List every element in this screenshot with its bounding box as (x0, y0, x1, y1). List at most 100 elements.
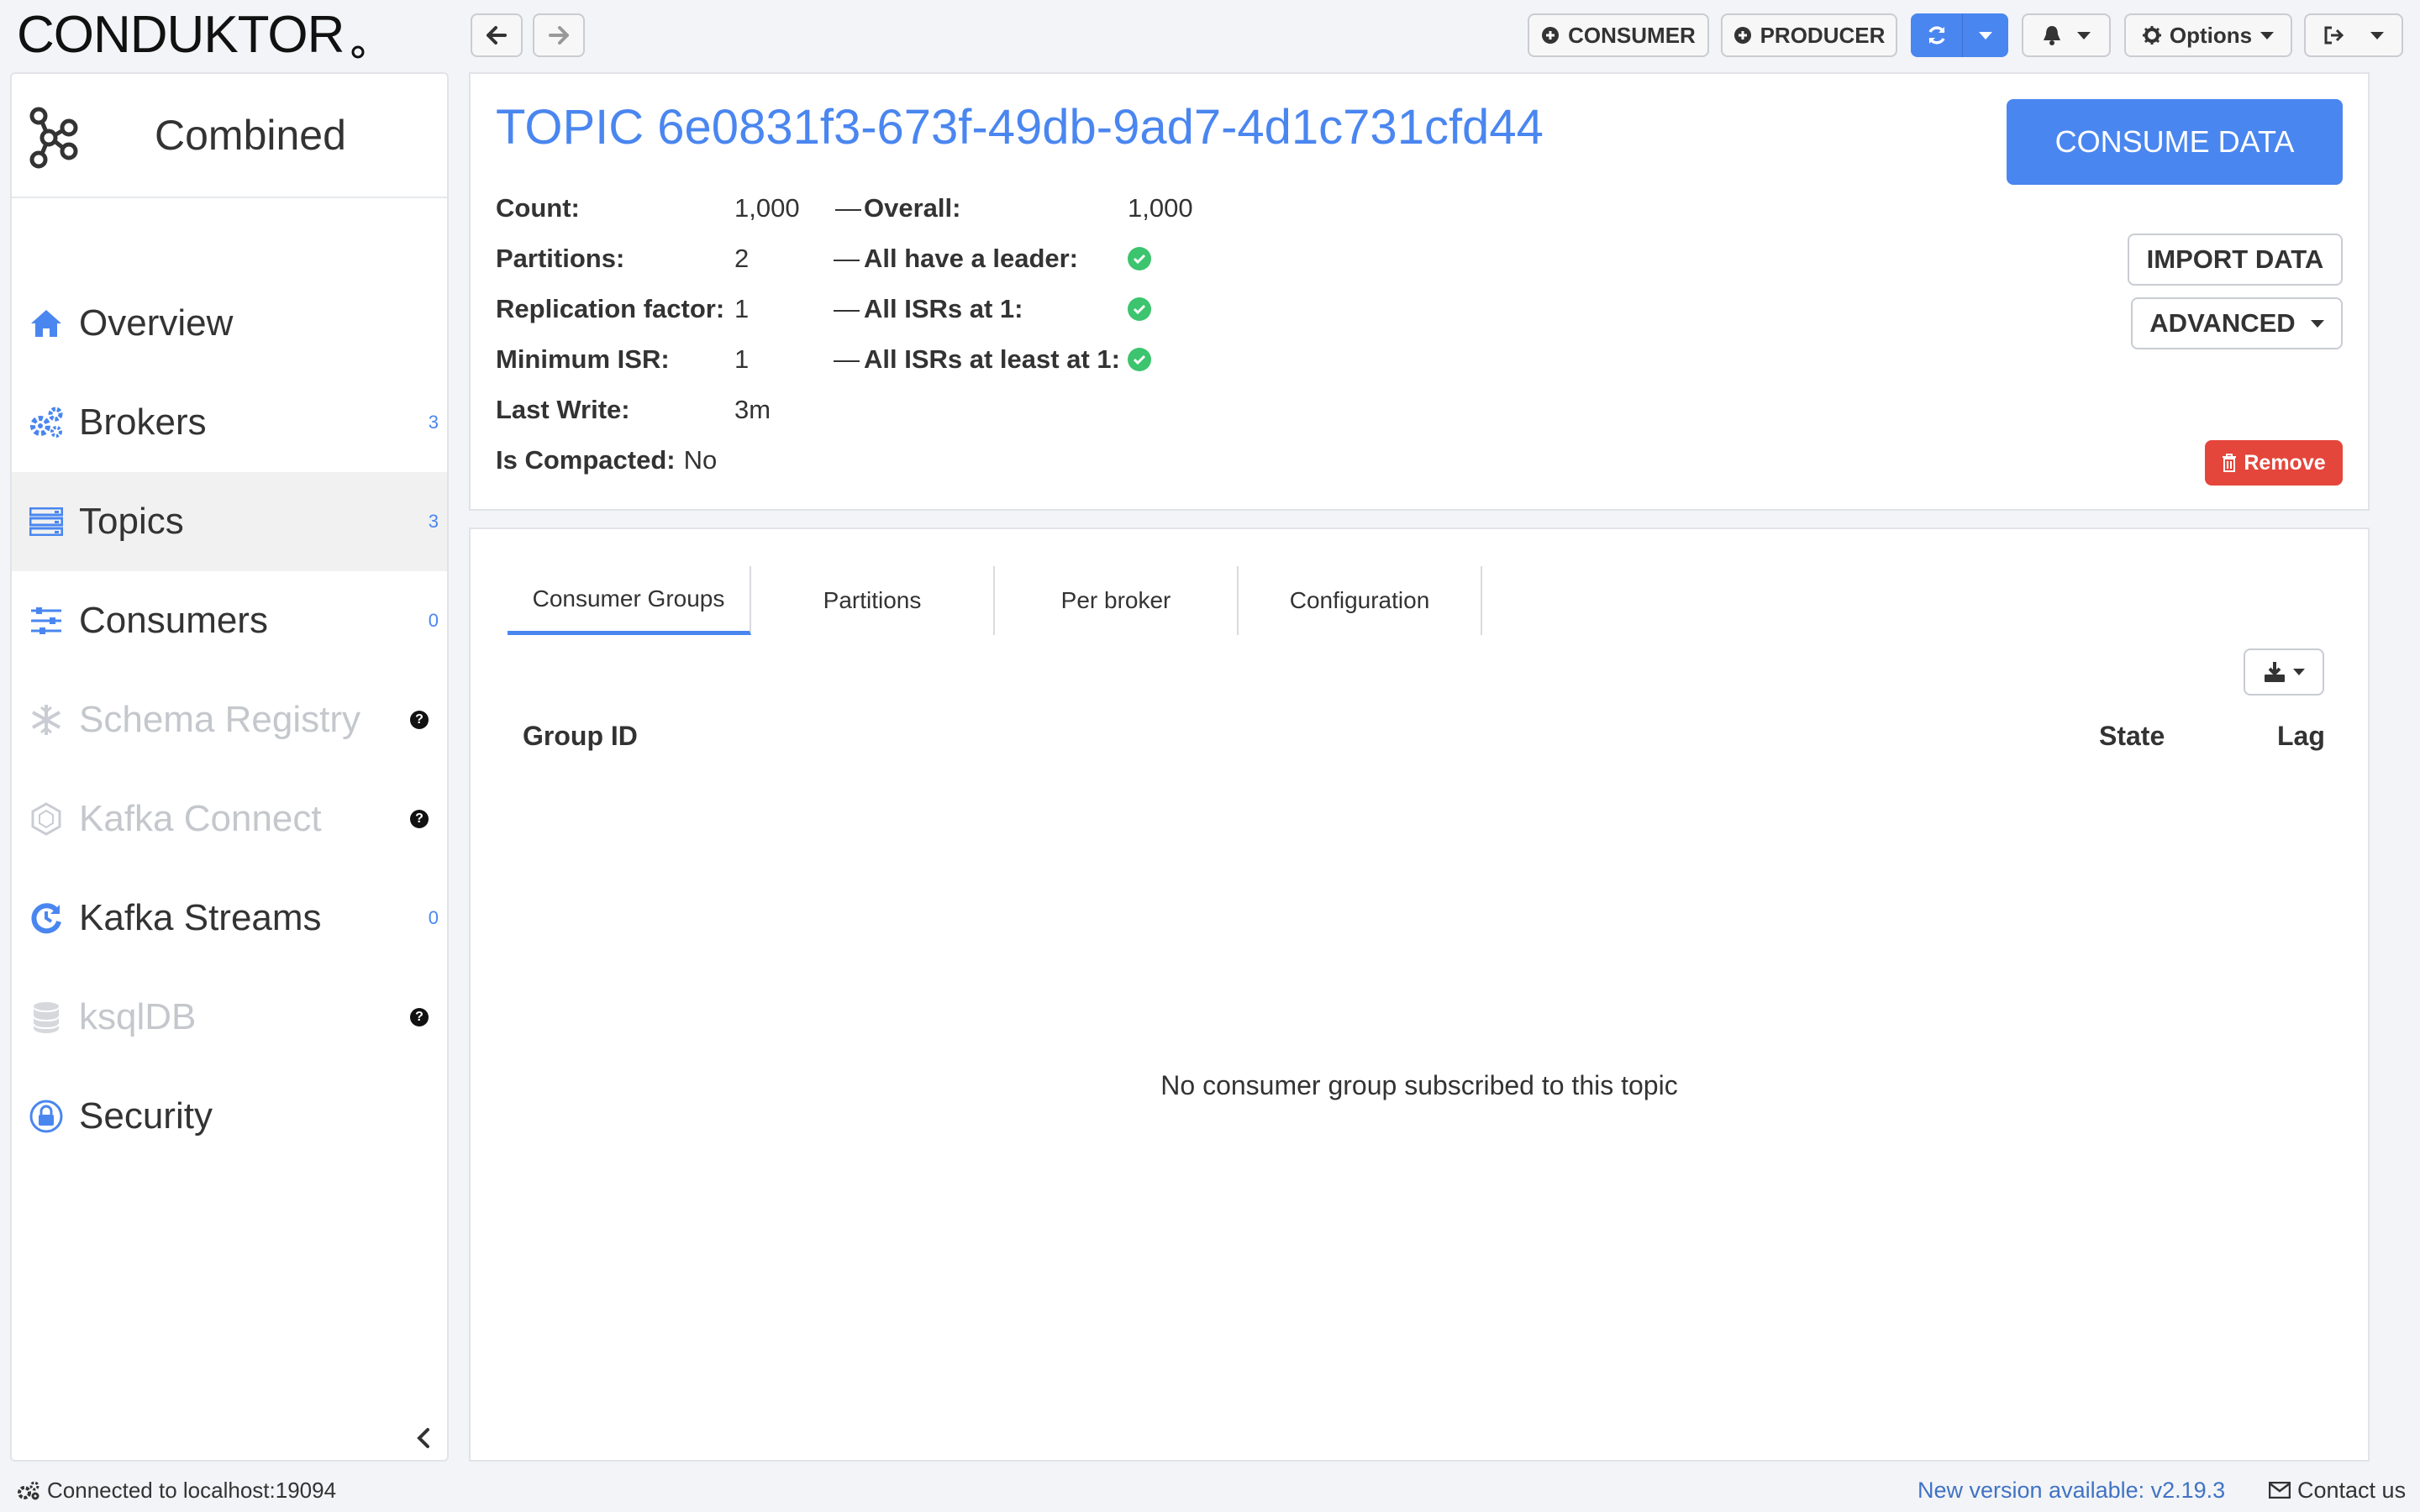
arrow-left-icon (487, 26, 507, 45)
partitions-value: 2 (734, 244, 750, 273)
empty-table-message: No consumer group subscribed to this top… (1160, 1070, 1678, 1100)
contact-us-link[interactable]: Contact us (2269, 1475, 2406, 1505)
check-circle-icon (1128, 247, 1151, 270)
replication-label: Replication factor: (496, 294, 725, 323)
column-header-state[interactable]: State (2099, 721, 2165, 752)
consumer-button[interactable]: CONSUMER (1528, 13, 1709, 57)
replication-value: 1 (734, 294, 750, 323)
refresh-button[interactable] (1911, 13, 1963, 57)
sidebar-item-topics[interactable]: Topics 3 (12, 472, 447, 571)
chevron-down-icon (1979, 31, 1992, 39)
topics-count-badge: 3 (428, 511, 439, 532)
help-icon[interactable]: ? (410, 711, 429, 729)
last-write-value: 3m (734, 395, 771, 424)
bell-icon (2044, 26, 2060, 45)
tab-consumer-groups[interactable]: Consumer Groups (508, 566, 751, 635)
import-data-button[interactable]: IMPORT DATA (2128, 234, 2343, 286)
plus-circle-icon (1542, 27, 1560, 44)
sidebar-item-schema-registry[interactable]: Schema Registry ? (12, 670, 447, 769)
brokers-count-badge: 3 (428, 412, 439, 433)
database-icon (29, 1000, 64, 1035)
plus-circle-icon (1733, 27, 1751, 44)
logo-text: CONDUKTOR (17, 6, 344, 60)
sidebar-item-consumers[interactable]: Consumers 0 (12, 571, 447, 670)
consume-data-button[interactable]: CONSUME DATA (2007, 99, 2343, 185)
sidebar-item-label: Topics (79, 501, 184, 542)
streams-count-badge: 0 (428, 907, 439, 928)
gear-icon (2142, 26, 2161, 45)
trash-icon (2223, 454, 2237, 472)
overall-label: Overall: (864, 193, 961, 223)
cogs-icon (18, 1481, 39, 1500)
partitions-label: Partitions: (496, 244, 625, 273)
page-title: TOPIC 6e0831f3-673f-49db-9ad7-4d1c731cfd… (496, 100, 1544, 155)
tabs-card: Consumer Groups Partitions Per broker Co… (469, 528, 2370, 1462)
sliders-icon (29, 603, 64, 638)
column-header-group-id[interactable]: Group ID (523, 721, 638, 752)
tab-partitions[interactable]: Partitions (751, 566, 995, 635)
sign-out-button[interactable] (2304, 13, 2403, 57)
back-button[interactable] (471, 13, 523, 57)
isrs-least-label: All ISRs at least at 1: (864, 344, 1120, 374)
export-button[interactable] (2244, 648, 2324, 696)
options-button-label: Options (2169, 22, 2253, 48)
sidebar-item-label: Brokers (79, 402, 207, 443)
server-list-icon (29, 504, 64, 539)
home-icon (29, 306, 64, 341)
forward-button[interactable] (533, 13, 585, 57)
remove-button[interactable]: Remove (2205, 440, 2343, 486)
compacted-value: No (683, 445, 718, 475)
consumer-button-label: CONSUMER (1568, 22, 1696, 48)
chevron-down-icon (2370, 31, 2384, 39)
cluster-header[interactable]: Combined (12, 74, 447, 198)
import-data-label: IMPORT DATA (2146, 244, 2324, 274)
help-icon[interactable]: ? (410, 1008, 429, 1026)
arrow-right-icon (549, 26, 569, 45)
refresh-icon (1928, 26, 1945, 45)
sidebar-item-kafka-connect[interactable]: Kafka Connect ? (12, 769, 447, 869)
sidebar-item-overview[interactable]: Overview (12, 274, 447, 373)
sidebar-item-kafka-streams[interactable]: Kafka Streams 0 (12, 869, 447, 968)
sidebar-item-label: Security (79, 1095, 213, 1137)
download-icon (2265, 662, 2285, 682)
dash-separator: — (835, 193, 861, 223)
sidebar-item-brokers[interactable]: Brokers 3 (12, 373, 447, 472)
cogs-icon (29, 405, 64, 440)
leader-label: All have a leader: (864, 244, 1079, 273)
hexagon-icon (29, 801, 64, 837)
min-isr-label: Minimum ISR: (496, 344, 670, 374)
lock-icon (29, 1099, 64, 1134)
sidebar: Combined Overview Brokers 3 Topics 3 Con… (10, 72, 449, 1462)
sidebar-item-label: Kafka Streams (79, 897, 322, 938)
sidebar-item-security[interactable]: Security (12, 1067, 447, 1166)
compacted-label: Is Compacted: (496, 445, 676, 475)
sidebar-item-label: Kafka Connect (79, 798, 322, 839)
advanced-button[interactable]: ADVANCED (2131, 297, 2343, 349)
notifications-button[interactable] (2022, 13, 2111, 57)
chevron-left-icon[interactable] (413, 1426, 434, 1450)
isrs-label: All ISRs at 1: (864, 294, 1023, 323)
sidebar-item-label: Overview (79, 302, 234, 344)
meta-row-compacted: Is Compacted: No (496, 444, 717, 477)
producer-button[interactable]: PRODUCER (1721, 13, 1897, 57)
contact-us-label: Contact us (2297, 1477, 2407, 1503)
topic-header-card: TOPIC 6e0831f3-673f-49db-9ad7-4d1c731cfd… (469, 72, 2370, 511)
conduktor-logo: CONDUKTOR (17, 5, 370, 64)
column-header-lag[interactable]: Lag (2277, 721, 2325, 752)
sidebar-item-label: ksqlDB (79, 996, 197, 1037)
count-label: Count: (496, 193, 580, 223)
chevron-down-icon (2310, 319, 2324, 328)
consumers-count-badge: 0 (428, 610, 439, 631)
overall-value: 1,000 (1128, 193, 1193, 223)
refresh-dropdown[interactable] (1963, 13, 2008, 57)
help-icon[interactable]: ? (410, 810, 429, 828)
remove-label: Remove (2244, 450, 2326, 475)
tab-per-broker[interactable]: Per broker (995, 566, 1239, 635)
options-button[interactable]: Options (2124, 13, 2292, 57)
count-value: 1,000 (734, 193, 800, 223)
envelope-icon (2269, 1482, 2291, 1499)
sidebar-item-ksqldb[interactable]: ksqlDB ? (12, 968, 447, 1067)
tab-configuration[interactable]: Configuration (1239, 566, 1482, 635)
refresh-button-group[interactable] (1911, 13, 2008, 57)
new-version-link[interactable]: New version available: v2.19.3 (1918, 1475, 2225, 1505)
